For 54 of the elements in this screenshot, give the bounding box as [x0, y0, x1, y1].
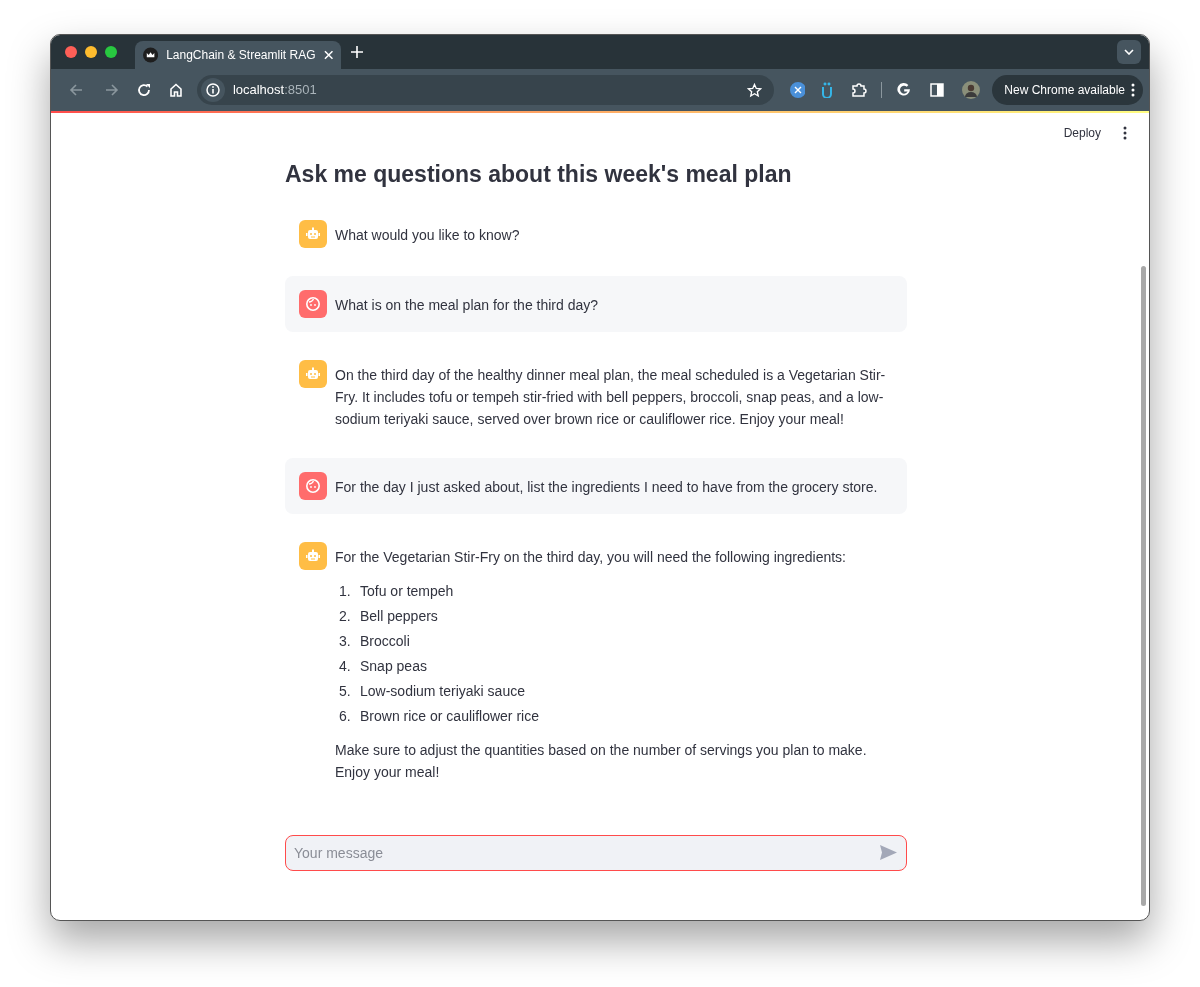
minimize-window-button[interactable]	[85, 46, 97, 58]
page-title: Ask me questions about this week's meal plan	[285, 160, 793, 189]
tab-search-button[interactable]	[1117, 40, 1141, 64]
address-bar[interactable]: localhost:8501	[196, 75, 774, 105]
new-tab-icon[interactable]	[351, 46, 363, 58]
list-item-text: Low-sodium teriyaki sauce	[360, 681, 525, 701]
message-text: For the Vegetarian Stir-Fry on the third day, you will need the following ingredients:	[335, 547, 847, 567]
face-avatar-icon	[299, 471, 327, 500]
close-window-button[interactable]	[65, 46, 77, 58]
reload-icon[interactable]	[136, 83, 151, 97]
list-item-text: Brown rice or cauliflower rice	[360, 706, 539, 726]
crown-icon	[143, 47, 159, 63]
message-text: For the day I just asked about, list the ingredients I need to have from the grocery store.	[335, 477, 879, 497]
message-text: Make sure to adjust the quantities based on the number of servings you plan to make. Enjoy your meal!	[335, 740, 868, 782]
more-icon	[1131, 83, 1136, 97]
scrollbar-thumb[interactable]	[1141, 266, 1146, 906]
url-text: localhost:8501	[232, 81, 318, 100]
message-text: On the third day of the healthy dinner meal plan, the meal scheduled is a Vegetarian Stir-Fry. It includes tofu or tempeh stir-fried with bell peppers, broccoli, snap peas, and a low-sodium teriyaki sauce, served over brown rice or cauliflower rice. Enjoy your meal!	[335, 365, 887, 429]
update-button[interactable]: New Chrome available	[992, 75, 1144, 105]
chat-input[interactable]: Your message	[285, 834, 907, 871]
extension-icon[interactable]	[821, 82, 834, 98]
maximize-window-button[interactable]	[105, 46, 117, 58]
list-number: 3.	[338, 631, 352, 651]
face-avatar-icon	[299, 289, 327, 318]
forward-icon[interactable]	[104, 83, 119, 97]
extension-icon[interactable]	[789, 82, 806, 98]
list-item-text: Bell peppers	[360, 606, 438, 626]
deploy-button[interactable]: Deploy	[1061, 124, 1103, 142]
list-number: 1.	[338, 581, 352, 601]
list-number: 6.	[338, 706, 352, 726]
star-icon[interactable]	[746, 82, 762, 98]
google-icon[interactable]	[896, 82, 913, 98]
more-icon[interactable]	[1123, 126, 1127, 140]
list-number: 4.	[338, 656, 352, 676]
message-text: What would you like to know?	[335, 225, 521, 245]
puzzle-icon[interactable]	[851, 82, 868, 98]
home-icon[interactable]	[168, 83, 183, 97]
tab-title: LangChain & Streamlit RAG	[166, 47, 316, 64]
list-item-text: Tofu or tempeh	[360, 581, 454, 601]
browser-tab[interactable]: LangChain & Streamlit RAG	[135, 41, 341, 69]
list-item-text: Snap peas	[360, 656, 427, 676]
list-number: 2.	[338, 606, 352, 626]
robot-avatar-icon	[299, 219, 327, 248]
list-number: 5.	[338, 681, 352, 701]
robot-avatar-icon	[299, 541, 327, 570]
back-icon[interactable]	[69, 83, 83, 97]
robot-avatar-icon	[299, 359, 327, 388]
side-panel-icon[interactable]	[930, 83, 945, 97]
message-text: What is on the meal plan for the third day?	[335, 295, 600, 315]
chevron-down-icon	[1124, 49, 1134, 55]
list-item-text: Broccoli	[360, 631, 410, 651]
close-icon[interactable]	[323, 50, 333, 60]
profile-avatar[interactable]	[962, 81, 981, 99]
info-icon[interactable]	[205, 83, 220, 97]
